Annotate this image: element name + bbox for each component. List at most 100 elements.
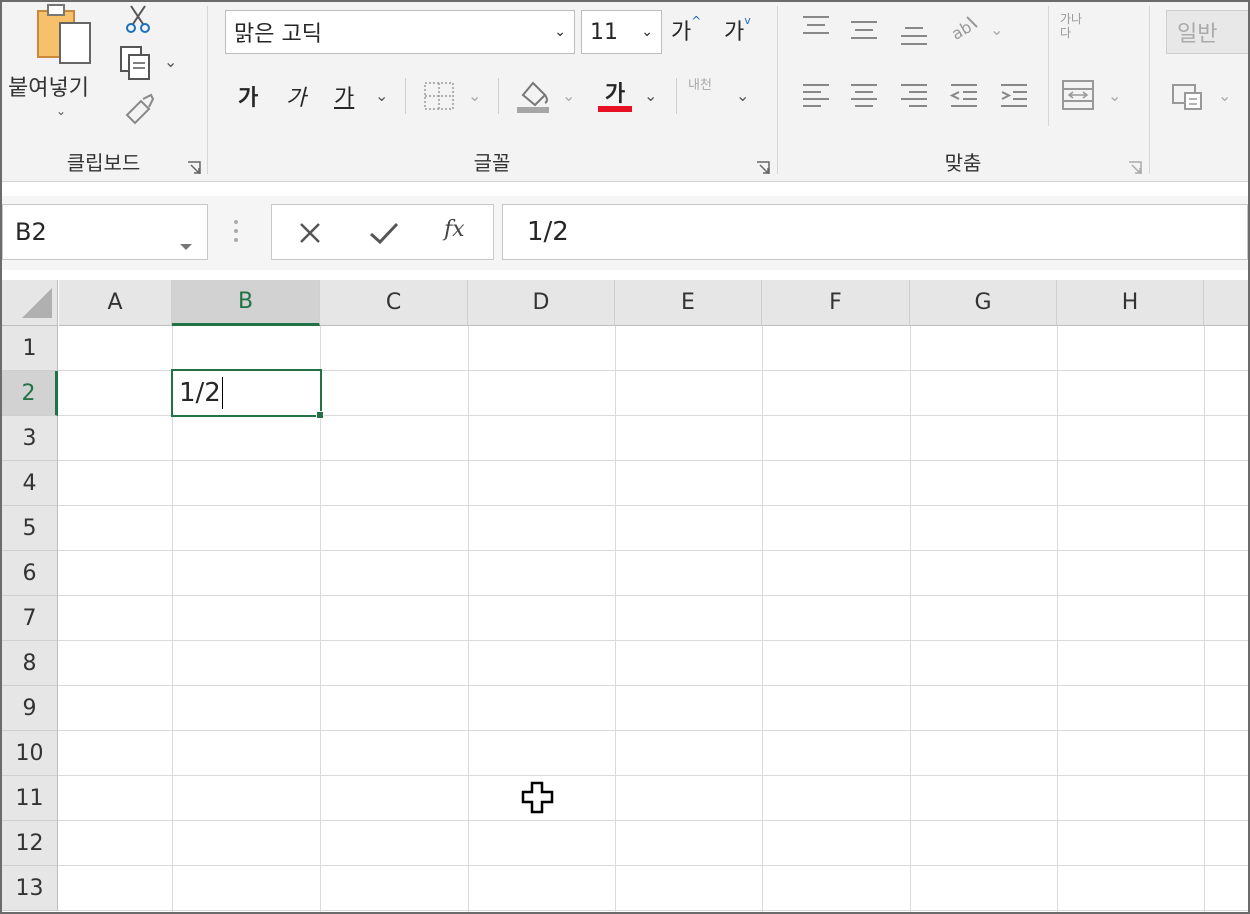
alignment-launcher-icon[interactable]	[1128, 160, 1142, 174]
number-dropdown-chevron-icon[interactable]: ⌄	[1218, 86, 1231, 105]
format-painter-icon[interactable]	[120, 92, 156, 128]
row-header-6[interactable]: 6	[2, 551, 58, 596]
column-header-h[interactable]: H	[1057, 280, 1204, 326]
align-top-icon[interactable]	[800, 12, 832, 40]
column-header-b[interactable]: B	[172, 280, 320, 326]
font-color-button[interactable]: 가	[598, 76, 632, 114]
select-all-button[interactable]	[2, 280, 58, 326]
gridline	[58, 820, 1250, 821]
copy-dropdown-chevron-icon[interactable]: ⌄	[164, 52, 177, 71]
column-header-c[interactable]: C	[320, 280, 468, 326]
column-header-g[interactable]: G	[910, 280, 1057, 326]
paste-button[interactable]: 붙여넣기	[8, 70, 89, 102]
align-left-icon[interactable]	[800, 80, 832, 110]
chevron-down-icon: ⌄	[641, 24, 653, 40]
shrink-font-button[interactable]: 가v	[724, 14, 751, 46]
font-name-value: 맑은 고딕	[234, 22, 322, 47]
font-launcher-icon[interactable]	[756, 160, 770, 174]
font-size-select[interactable]: 11 ⌄	[581, 10, 662, 54]
name-box[interactable]: B2	[2, 204, 208, 260]
gridline	[58, 460, 1250, 461]
formula-input-value: 1/2	[527, 217, 569, 247]
row-header-5[interactable]: 5	[2, 506, 58, 551]
paste-icon[interactable]	[34, 2, 94, 66]
column-header-f[interactable]: F	[762, 280, 910, 326]
phonetic-button[interactable]: 내천	[688, 78, 718, 93]
row-header-1[interactable]: 1	[2, 326, 58, 371]
column-header-a[interactable]: A	[59, 280, 172, 326]
align-middle-icon[interactable]	[848, 16, 880, 44]
borders-dropdown-chevron-icon[interactable]: ⌄	[468, 86, 481, 105]
row-header-13[interactable]: 13	[2, 866, 58, 911]
decrease-indent-icon[interactable]	[948, 80, 980, 110]
number-group: 일반 ⌄	[1150, 0, 1250, 182]
fill-color-icon[interactable]	[514, 76, 554, 114]
text-caret	[221, 377, 223, 409]
separator	[676, 78, 677, 114]
italic-button[interactable]: 가	[286, 80, 306, 112]
gridline	[58, 640, 1250, 641]
underline-dropdown-chevron-icon[interactable]: ⌄	[375, 86, 388, 105]
formula-bar-resize-handle[interactable]	[232, 218, 240, 248]
font-color-dropdown-chevron-icon[interactable]: ⌄	[644, 86, 657, 105]
active-cell-b2[interactable]: 1/2	[171, 369, 322, 417]
row-header-8[interactable]: 8	[2, 641, 58, 686]
increase-indent-icon[interactable]	[998, 80, 1030, 110]
row-header-7[interactable]: 7	[2, 596, 58, 641]
align-right-icon[interactable]	[898, 80, 930, 110]
enter-check-icon[interactable]	[368, 219, 400, 247]
bold-button[interactable]: 가	[238, 80, 258, 112]
wrap-text-button[interactable]: 가나다	[1060, 12, 1102, 52]
row-header-2[interactable]: 2	[2, 371, 58, 416]
column-header-d[interactable]: D	[468, 280, 615, 326]
row-header-11[interactable]: 11	[2, 776, 58, 821]
column-header-e[interactable]: E	[615, 280, 762, 326]
grow-font-button[interactable]: 가^	[671, 14, 701, 46]
align-center-icon[interactable]	[848, 80, 880, 110]
row-header-4[interactable]: 4	[2, 461, 58, 506]
fill-color-dropdown-chevron-icon[interactable]: ⌄	[562, 86, 575, 105]
font-size-value: 11	[590, 19, 618, 45]
clipboard-launcher-icon[interactable]	[187, 160, 201, 174]
font-group-label: 글꼴	[473, 151, 511, 175]
grow-font-label: 가	[671, 20, 692, 45]
number-format-select[interactable]: 일반	[1166, 10, 1250, 54]
phonetic-dropdown-chevron-icon[interactable]: ⌄	[736, 86, 749, 105]
gridline	[58, 775, 1250, 776]
gridline	[58, 595, 1250, 596]
fill-handle[interactable]	[316, 411, 324, 419]
orientation-icon[interactable]: ab	[946, 12, 982, 44]
row-header-12[interactable]: 12	[2, 821, 58, 866]
cut-icon[interactable]	[124, 4, 152, 34]
formula-input[interactable]: 1/2	[502, 204, 1248, 260]
row-header-10[interactable]: 10	[2, 731, 58, 776]
orientation-dropdown-chevron-icon[interactable]: ⌄	[990, 20, 1003, 39]
chevron-down-icon: ⌄	[554, 24, 566, 40]
underline-button[interactable]: 가	[334, 80, 354, 112]
clipboard-group-label: 클립보드	[66, 151, 141, 175]
number-format-value: 일반	[1177, 22, 1218, 47]
merge-dropdown-chevron-icon[interactable]: ⌄	[1108, 86, 1121, 105]
row-header-3[interactable]: 3	[2, 416, 58, 461]
conditional-format-icon[interactable]	[1170, 80, 1206, 112]
clipboard-group: 붙여넣기 ⌄ ⌄ 클립보드	[0, 0, 207, 182]
row-header-9[interactable]: 9	[2, 686, 58, 731]
gridline	[58, 910, 1250, 911]
separator	[498, 78, 499, 114]
insert-function-button[interactable]: fx	[444, 217, 465, 242]
font-color-label: 가	[604, 82, 626, 107]
wrap-text-label: 가나다	[1060, 12, 1083, 40]
chevron-down-icon	[179, 229, 193, 257]
caret-up-icon: ^	[691, 14, 702, 28]
paste-dropdown-chevron-icon[interactable]: ⌄	[56, 104, 66, 118]
font-name-select[interactable]: 맑은 고딕 ⌄	[225, 10, 575, 54]
cancel-icon[interactable]	[296, 219, 324, 247]
copy-icon[interactable]	[118, 44, 154, 82]
column-header-partial[interactable]	[1204, 280, 1250, 326]
formula-buttons: fx	[271, 204, 494, 260]
gridline	[58, 730, 1250, 731]
caret-down-icon: v	[744, 14, 751, 27]
align-bottom-icon[interactable]	[898, 20, 930, 48]
merge-center-icon[interactable]	[1060, 78, 1096, 112]
borders-icon[interactable]	[422, 80, 456, 112]
